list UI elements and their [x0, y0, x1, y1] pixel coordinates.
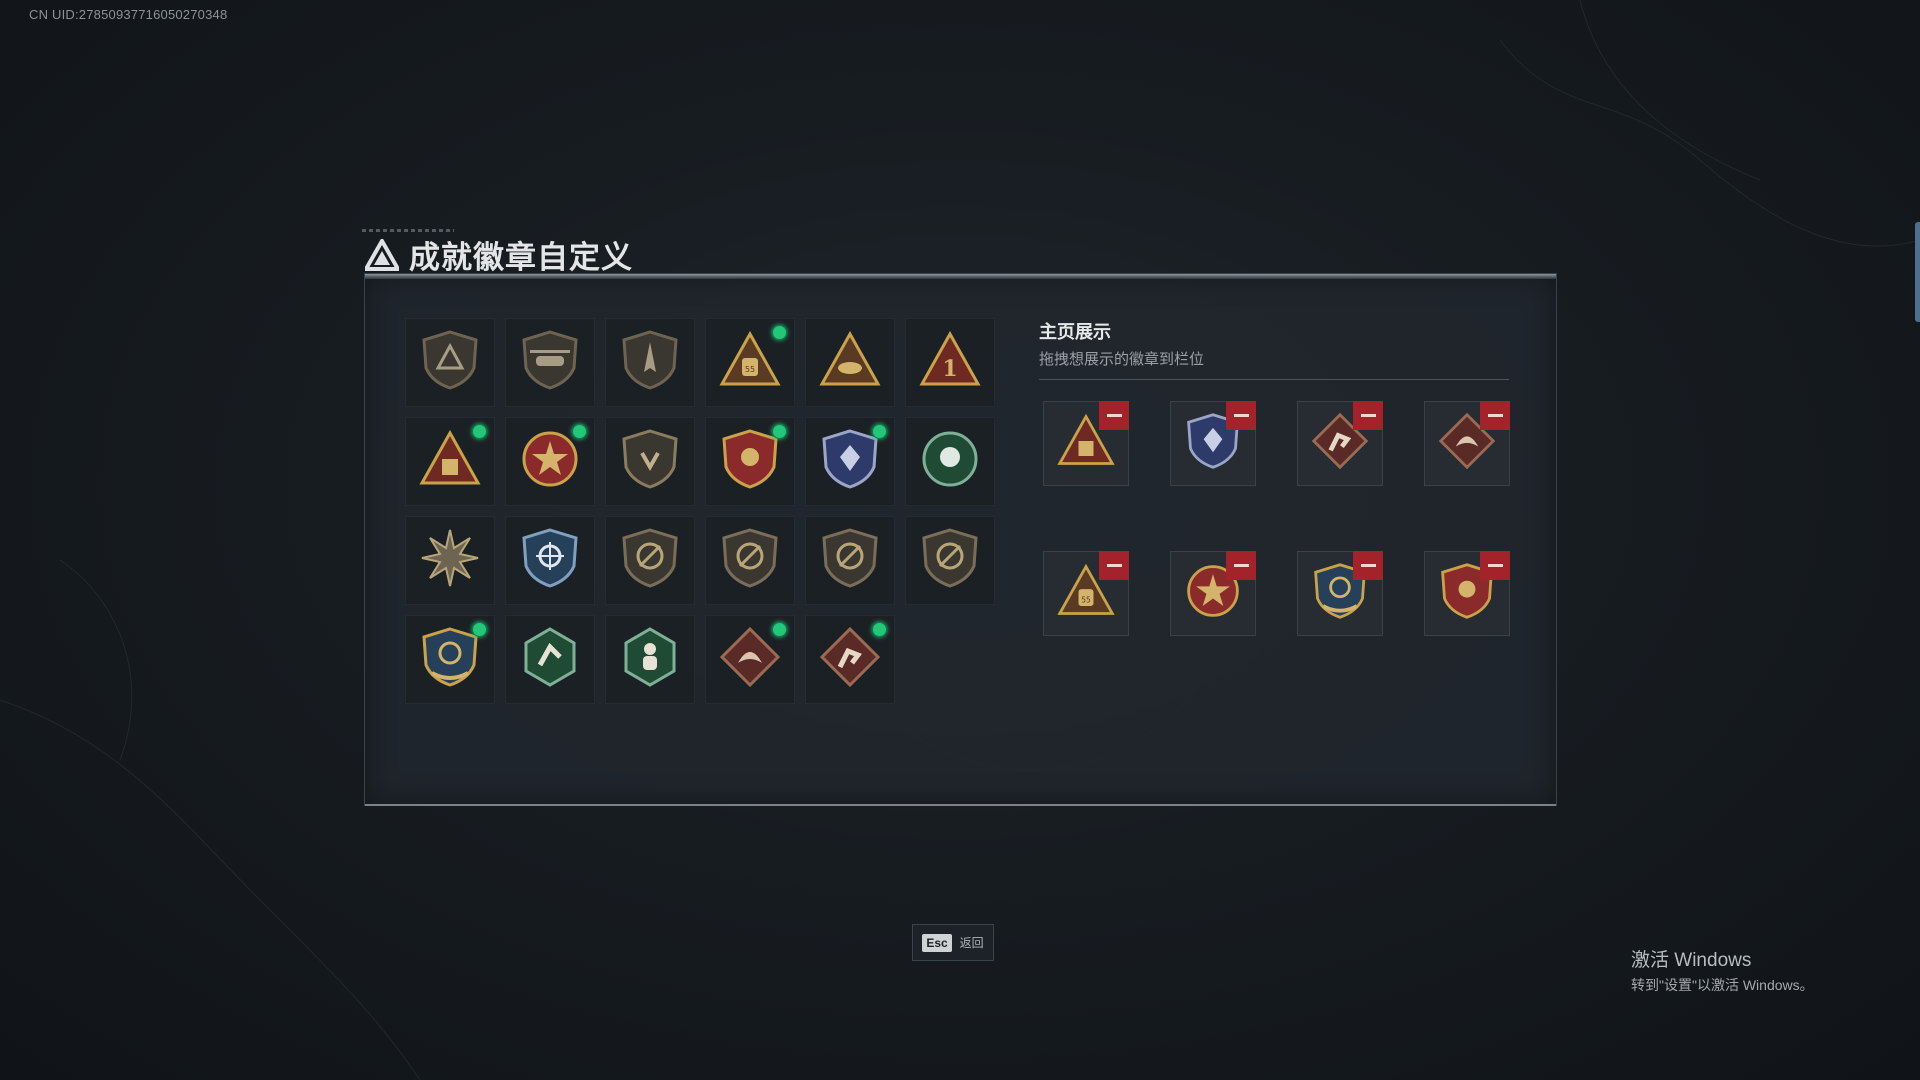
new-indicator-dot: [772, 424, 787, 439]
badge-slot[interactable]: [405, 417, 495, 506]
sunburst-medal-badge-icon: [418, 526, 482, 595]
windows-activation-watermark: 激活 Windows 转到"设置"以激活 Windows。: [1631, 945, 1814, 995]
box-triangle-badge-icon: [418, 427, 482, 496]
new-indicator-dot: [772, 325, 787, 340]
new-indicator-dot: [472, 622, 487, 637]
badge-slot[interactable]: [805, 318, 895, 407]
badge-slot[interactable]: [705, 417, 795, 506]
badge-slot[interactable]: 55: [705, 318, 795, 407]
badge-slot[interactable]: [505, 516, 595, 605]
badge-slot[interactable]: [405, 615, 495, 704]
badge-slot[interactable]: [405, 516, 495, 605]
showcase-slot[interactable]: [1170, 551, 1256, 636]
badge-slot[interactable]: [605, 615, 695, 704]
remove-badge-button[interactable]: [1226, 401, 1256, 430]
panel-top-bar: [365, 274, 1556, 279]
showcase-slot[interactable]: [1170, 401, 1256, 486]
svg-text:55: 55: [745, 365, 755, 374]
badge-slot[interactable]: [805, 615, 895, 704]
side-edge-tab[interactable]: [1915, 222, 1920, 322]
new-indicator-dot: [872, 622, 887, 637]
helicopter-shield-badge-icon: [518, 328, 582, 397]
homepage-showcase: 主页展示 拖拽想展示的徽章到栏位 55: [1039, 318, 1510, 636]
badge-slot[interactable]: [505, 615, 595, 704]
badge-slot[interactable]: [905, 417, 995, 506]
watermark-line2: 转到"设置"以激活 Windows。: [1631, 977, 1814, 993]
new-indicator-dot: [772, 622, 787, 637]
badge-slot[interactable]: [805, 516, 895, 605]
showcase-slot[interactable]: [1297, 401, 1383, 486]
showcase-slot[interactable]: 55: [1043, 551, 1129, 636]
green-rose-medal-badge-icon: [918, 427, 982, 496]
remove-badge-button[interactable]: [1353, 551, 1383, 580]
badge-slot[interactable]: [605, 516, 695, 605]
remove-badge-button[interactable]: [1480, 551, 1510, 580]
rifle-shield-badge-icon-3: [818, 526, 882, 595]
badge-slot[interactable]: [605, 417, 695, 506]
badge-panel: 55 1 主页展示 拖拽想展示的徽章到栏位 55: [364, 273, 1557, 806]
bag-55-triangle-badge-icon: 55: [718, 328, 782, 397]
svg-text:1: 1: [942, 356, 957, 382]
remove-badge-button[interactable]: [1099, 551, 1129, 580]
showcase-divider: [1039, 379, 1509, 380]
panel-bottom-bar: [365, 804, 1556, 806]
showcase-slot[interactable]: [1424, 551, 1510, 636]
bowl-triangle-badge-icon: [818, 328, 882, 397]
back-label: 返回: [959, 936, 984, 950]
page-title: 成就徽章自定义: [409, 240, 633, 275]
triangle-logo-icon: [365, 238, 399, 271]
triangle-logo-shield-badge-icon: [418, 328, 482, 397]
remove-badge-button[interactable]: [1480, 401, 1510, 430]
esc-key-icon: Esc: [922, 933, 952, 952]
jet-shield-badge-icon: [618, 328, 682, 397]
rifle-shield-badge-icon-4: [918, 526, 982, 595]
showcase-slot[interactable]: [1424, 401, 1510, 486]
rifle-shield-badge-icon-1: [618, 526, 682, 595]
rifle-shield-badge-icon-2: [718, 526, 782, 595]
showcase-title: 主页展示: [1039, 322, 1111, 342]
remove-badge-button[interactable]: [1226, 551, 1256, 580]
star-emblem-badge-icon: [518, 427, 582, 496]
badge-slot[interactable]: [705, 615, 795, 704]
showcase-slot[interactable]: [1297, 551, 1383, 636]
showcase-grid: 55: [1043, 401, 1510, 636]
badge-slot[interactable]: [705, 516, 795, 605]
gold-crest-badge-icon: [418, 625, 482, 694]
badge-slot[interactable]: [905, 516, 995, 605]
blue-shield-winged-badge-icon: [818, 427, 882, 496]
number-one-triangle-badge-icon: 1: [918, 328, 982, 397]
back-button[interactable]: Esc 返回: [912, 924, 994, 961]
badge-slot[interactable]: 1: [905, 318, 995, 407]
badge-slot[interactable]: [505, 318, 595, 407]
badge-slot[interactable]: [505, 417, 595, 506]
new-indicator-dot: [572, 424, 587, 439]
badge-slot[interactable]: [605, 318, 695, 407]
badge-grid: 55 1: [405, 318, 995, 704]
showcase-subtitle: 拖拽想展示的徽章到栏位: [1039, 351, 1205, 368]
remove-badge-button[interactable]: [1353, 401, 1383, 430]
remove-badge-button[interactable]: [1099, 401, 1129, 430]
watermark-line1: 激活 Windows: [1631, 950, 1752, 971]
crosshair-shield-badge-icon: [518, 526, 582, 595]
new-indicator-dot: [472, 424, 487, 439]
new-indicator-dot: [872, 424, 887, 439]
red-diamond-dragon-badge-icon: [718, 625, 782, 694]
badge-slot[interactable]: [805, 417, 895, 506]
title-bar: 成就徽章自定义: [365, 232, 633, 277]
svg-text:55: 55: [1081, 595, 1091, 604]
showcase-slot[interactable]: [1043, 401, 1129, 486]
green-hex-runner-badge-icon: [518, 625, 582, 694]
user-uid: CN UID:278509377160502703​48: [29, 7, 228, 22]
green-hex-soldier-badge-icon: [618, 625, 682, 694]
hands-shield-badge-icon: [618, 427, 682, 496]
red-shield-winged-badge-icon: [718, 427, 782, 496]
red-diamond-runner-badge-icon: [818, 625, 882, 694]
badge-slot[interactable]: [405, 318, 495, 407]
